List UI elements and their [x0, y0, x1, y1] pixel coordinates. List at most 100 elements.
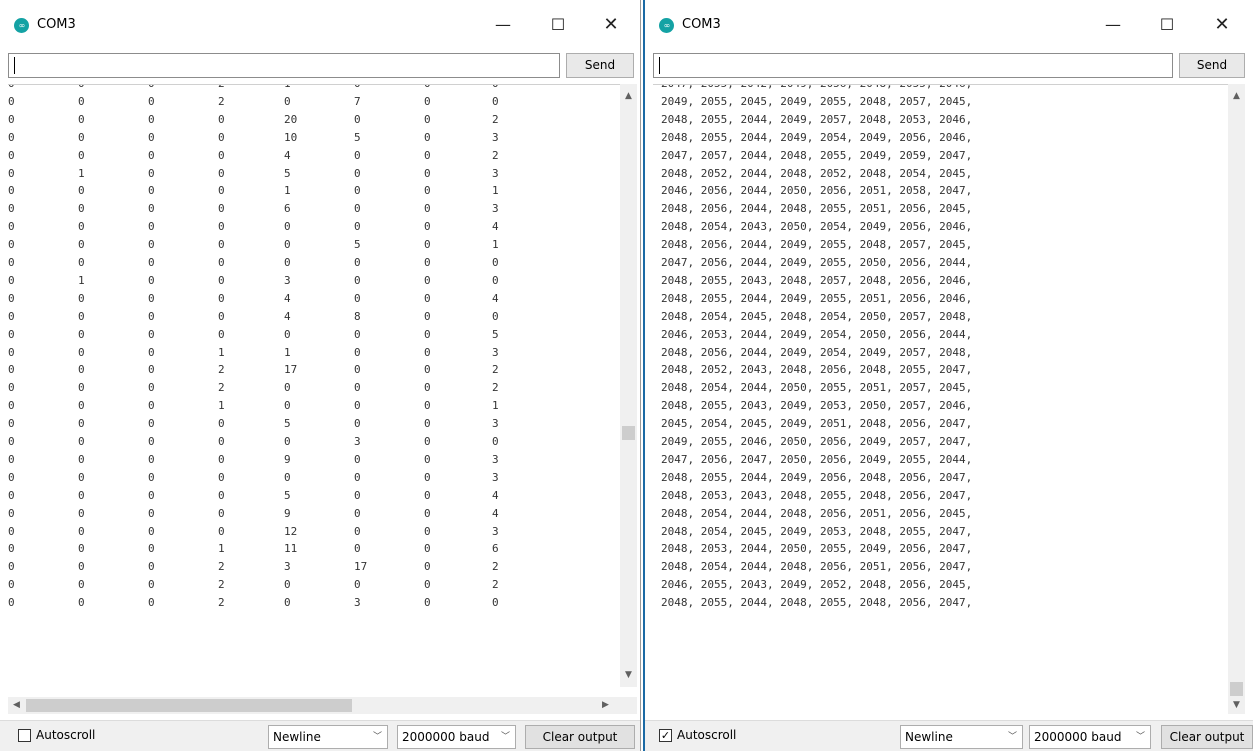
close-button[interactable]: ✕ — [594, 10, 628, 40]
serial-value: 1 — [492, 184, 499, 198]
serial-value: 0 — [8, 256, 15, 269]
serial-value: 0 — [424, 130, 431, 144]
serial-value: 5 — [284, 417, 291, 431]
scrollbar-thumb[interactable] — [1230, 682, 1243, 696]
scrollbar-thumb[interactable] — [622, 426, 635, 440]
serial-value: 0 — [354, 524, 361, 538]
serial-value: 20 — [284, 112, 298, 126]
serial-value: 0 — [8, 542, 15, 556]
serial-value: 4 — [492, 291, 499, 305]
serial-value: 0 — [424, 542, 431, 556]
serial-value: 3 — [492, 524, 499, 538]
serial-value: 6 — [492, 542, 499, 556]
serial-value: 0 — [78, 542, 85, 556]
serial-value: 0 — [424, 578, 431, 592]
serial-value: 0 — [218, 184, 225, 198]
serial-input[interactable] — [653, 53, 1173, 78]
maximize-button[interactable]: ☐ — [541, 10, 575, 40]
serial-value: 0 — [492, 85, 499, 90]
serial-line: 2048, 2054, 2044, 2048, 2056, 2051, 2056… — [661, 506, 973, 520]
send-row: Send — [645, 50, 1253, 84]
clear-output-button[interactable]: Clear output — [1161, 725, 1253, 749]
serial-value: 0 — [354, 578, 361, 592]
serial-line: 2047, 2055, 2042, 2049, 2056, 2048, 2055… — [661, 85, 972, 95]
chevron-left-icon[interactable]: ◀ — [8, 697, 25, 714]
serial-line: 2048, 2055, 2044, 2049, 2057, 2048, 2053… — [661, 112, 973, 126]
autoscroll-checkbox[interactable] — [18, 729, 31, 742]
chevron-up-icon[interactable]: ▲ — [620, 88, 637, 105]
close-button[interactable]: ✕ — [1205, 10, 1239, 40]
serial-value: 4 — [284, 291, 291, 305]
serial-value: 0 — [424, 166, 431, 180]
serial-value: 0 — [78, 309, 85, 323]
serial-value: 0 — [424, 202, 431, 216]
serial-value: 1 — [78, 273, 85, 287]
minimize-button[interactable]: — — [486, 10, 520, 40]
serial-value: 0 — [78, 506, 85, 520]
line-ending-dropdown[interactable]: Newline ﹀ — [900, 725, 1023, 749]
serial-value: 17 — [354, 560, 368, 574]
serial-value: 0 — [218, 256, 225, 269]
serial-line: 2048, 2052, 2043, 2048, 2056, 2048, 2055… — [661, 363, 973, 377]
close-icon: ✕ — [603, 14, 619, 35]
serial-value: 0 — [78, 238, 85, 252]
serial-value: 2 — [218, 363, 225, 377]
baud-rate-dropdown[interactable]: 2000000 baud ﹀ — [397, 725, 516, 749]
serial-line: 2048, 2053, 2043, 2048, 2055, 2048, 2056… — [661, 488, 973, 502]
autoscroll-label: Autoscroll — [677, 728, 737, 742]
horizontal-scrollbar[interactable]: ◀ ▶ — [8, 697, 637, 714]
serial-value: 0 — [8, 381, 15, 395]
serial-value: 0 — [148, 130, 155, 144]
serial-value: 0 — [424, 381, 431, 395]
send-button[interactable]: Send — [566, 53, 634, 78]
serial-value: 0 — [8, 578, 15, 592]
chevron-down-icon[interactable]: ▼ — [620, 667, 637, 684]
serial-value: 0 — [284, 220, 291, 234]
serial-value: 3 — [354, 596, 361, 610]
serial-output[interactable]: 0002100000020700000020002000010503000040… — [8, 84, 620, 688]
serial-value: 1 — [78, 166, 85, 180]
chevron-up-icon[interactable]: ▲ — [1228, 88, 1245, 105]
serial-input[interactable] — [8, 53, 560, 78]
serial-line: 2048, 2054, 2045, 2048, 2054, 2050, 2057… — [661, 309, 973, 323]
chevron-right-icon[interactable]: ▶ — [597, 697, 614, 714]
serial-value: 2 — [218, 596, 225, 610]
serial-monitor-window-left: ∞ COM3 — ☐ ✕ Send 0002100000020700000020… — [0, 0, 641, 751]
serial-value: 0 — [78, 488, 85, 502]
serial-value: 0 — [148, 506, 155, 520]
serial-output[interactable]: 2047, 2055, 2042, 2049, 2056, 2048, 2055… — [653, 84, 1228, 688]
serial-value: 0 — [78, 524, 85, 538]
serial-value: 0 — [492, 435, 499, 448]
baud-rate-dropdown[interactable]: 2000000 baud ﹀ — [1029, 725, 1151, 749]
serial-line: 2045, 2054, 2045, 2049, 2051, 2048, 2056… — [661, 417, 973, 431]
vertical-scrollbar[interactable]: ▲ ▼ — [1228, 84, 1245, 714]
vertical-scrollbar[interactable]: ▲ ▼ — [620, 84, 637, 687]
serial-value: 17 — [284, 363, 298, 377]
serial-value: 0 — [424, 488, 431, 502]
send-button[interactable]: Send — [1179, 53, 1245, 78]
serial-value: 0 — [424, 399, 431, 413]
chevron-down-icon[interactable]: ▼ — [1228, 697, 1245, 714]
title-bar[interactable]: ∞ COM3 — ☐ ✕ — [0, 0, 640, 50]
maximize-button[interactable]: ☐ — [1150, 10, 1184, 40]
scrollbar-thumb[interactable] — [26, 699, 352, 712]
clear-output-button[interactable]: Clear output — [525, 725, 635, 749]
serial-value: 0 — [354, 148, 361, 162]
line-ending-dropdown[interactable]: Newline ﹀ — [268, 725, 388, 749]
serial-value: 0 — [218, 506, 225, 520]
serial-value: 0 — [78, 596, 85, 610]
title-bar[interactable]: ∞ COM3 — ☐ ✕ — [645, 0, 1253, 50]
chevron-down-icon: ﹀ — [372, 732, 382, 742]
serial-value: 0 — [284, 596, 291, 610]
serial-value: 0 — [354, 291, 361, 305]
serial-value: 0 — [8, 596, 15, 610]
serial-value: 0 — [148, 238, 155, 252]
serial-value: 0 — [354, 202, 361, 216]
autoscroll-checkbox[interactable]: ✓ — [659, 729, 672, 742]
serial-value: 0 — [78, 148, 85, 162]
serial-value: 0 — [8, 327, 15, 341]
serial-value: 0 — [78, 381, 85, 395]
minimize-button[interactable]: — — [1096, 10, 1130, 40]
serial-value: 2 — [492, 560, 499, 574]
serial-value: 0 — [354, 166, 361, 180]
